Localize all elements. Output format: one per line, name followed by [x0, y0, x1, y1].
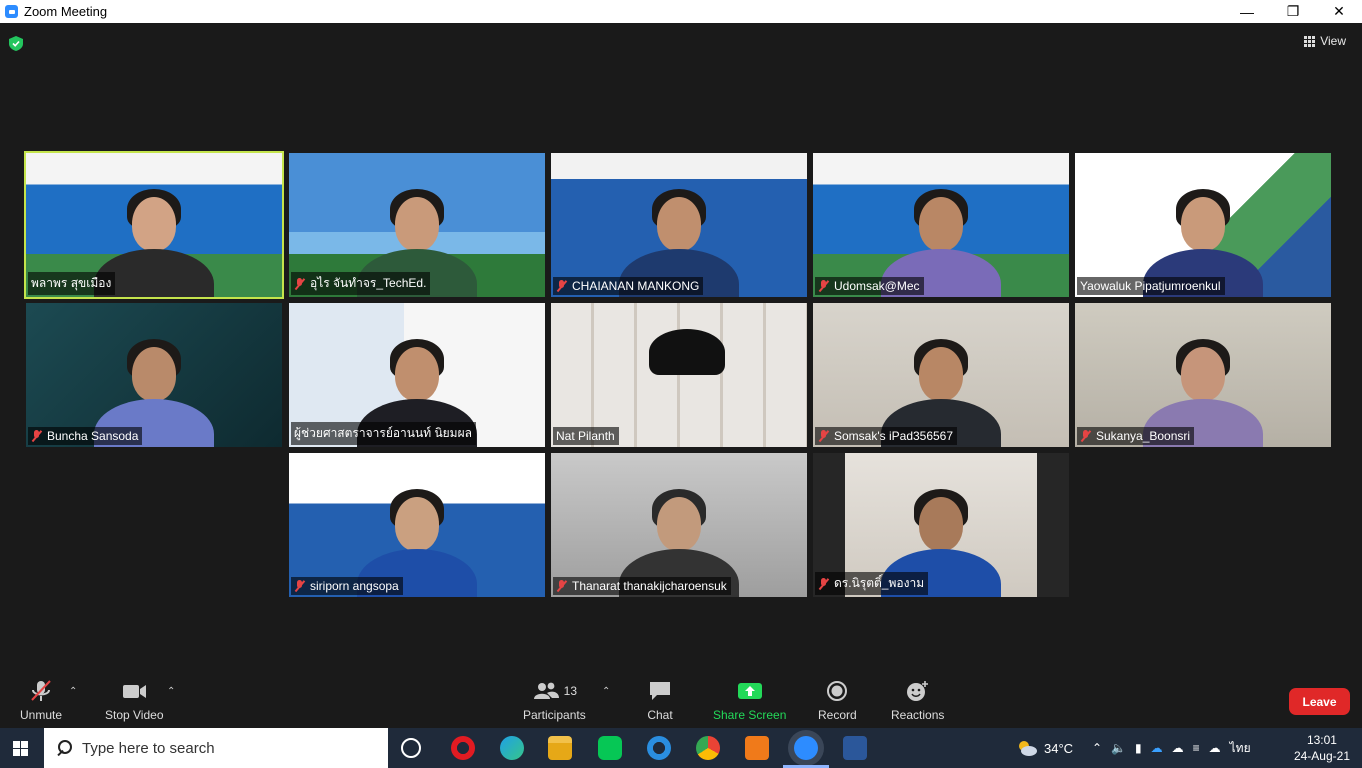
participant-name: Somsak's iPad356567	[815, 427, 958, 445]
participant-name: ดร.นิรุตติ์_พองาม	[815, 572, 929, 595]
close-button[interactable]: ✕	[1316, 0, 1362, 23]
minimize-button[interactable]: —	[1224, 0, 1270, 23]
internet-explorer-icon[interactable]	[647, 736, 671, 760]
task-view-icon[interactable]	[401, 738, 421, 758]
language-indicator[interactable]: ไทย	[1230, 739, 1251, 758]
reactions-button[interactable]: Reactions	[891, 680, 944, 722]
word-app-icon[interactable]	[843, 736, 867, 760]
smiley-add-icon	[906, 681, 928, 701]
video-options-caret[interactable]: ⌃	[167, 686, 175, 697]
maximize-button[interactable]: ❐	[1270, 0, 1316, 23]
participant-name: Sukanya_Boonsri	[1077, 427, 1195, 445]
participants-button[interactable]: 13 Participants	[523, 680, 586, 722]
weather-widget[interactable]: 34°C	[1016, 728, 1073, 768]
grid-view-icon	[1304, 35, 1316, 47]
zoom-window: Zoom Meeting — ❐ ✕ View พลาพร สุขเมือง อ…	[0, 0, 1362, 768]
video-tile-5[interactable]: Yaowaluk Pipatjumroenkul	[1075, 153, 1331, 297]
orange-app-icon[interactable]	[745, 736, 769, 760]
participant-name: Buncha Sansoda	[28, 427, 143, 445]
participant-name: ผู้ช่วยศาสตราจารย์อานนท์ นิยมผล	[291, 422, 476, 445]
muted-mic-icon	[1080, 430, 1092, 442]
zoom-taskbar-icon[interactable]	[794, 736, 818, 760]
video-tile-1[interactable]: พลาพร สุขเมือง	[24, 151, 284, 299]
muted-mic-icon	[818, 430, 830, 442]
search-placeholder: Type here to search	[82, 739, 215, 757]
windows-taskbar: Type here to search 34°C ⌃ 🔈 ▮ ☁ ☁ ≡ ☁ ไ…	[0, 728, 1362, 768]
wifi-icon[interactable]: ≡	[1193, 741, 1200, 755]
video-tile-3[interactable]: CHAIANAN MANKONG	[551, 153, 807, 297]
muted-mic-icon	[818, 280, 830, 292]
chat-bubble-icon	[650, 682, 670, 700]
video-tile-2[interactable]: อุไร จันทำจร_TechEd.	[289, 153, 545, 297]
chat-button[interactable]: Chat	[646, 680, 674, 722]
unmute-button[interactable]: Unmute	[20, 680, 62, 722]
video-tile-6[interactable]: Buncha Sansoda	[26, 303, 282, 447]
stop-video-button[interactable]: Stop Video	[105, 680, 164, 722]
participant-name: Yaowaluk Pipatjumroenkul	[1077, 277, 1225, 295]
system-tray: ⌃ 🔈 ▮ ☁ ☁ ≡ ☁ ไทย	[1092, 728, 1251, 768]
participant-name: Thanarat thanakijcharoensuk	[553, 577, 731, 595]
onedrive-icon[interactable]: ☁	[1151, 741, 1163, 755]
partly-cloudy-icon	[1019, 741, 1037, 756]
share-screen-icon	[737, 683, 762, 699]
video-tile-12[interactable]: Thanarat thanakijcharoensuk	[551, 453, 807, 597]
clock-time: 13:01	[1306, 733, 1337, 747]
windows-logo-icon	[12, 740, 28, 756]
line-app-icon[interactable]	[598, 736, 622, 760]
participant-name: siriporn angsopa	[291, 577, 403, 595]
participant-name: CHAIANAN MANKONG	[553, 277, 704, 295]
video-tile-4[interactable]: Udomsak@Mec	[813, 153, 1069, 297]
silhouette	[649, 329, 725, 375]
meeting-toolbar: Unmute ⌃ Stop Video ⌃ 13 Participants ⌃ …	[0, 672, 1362, 728]
participant-name: Udomsak@Mec	[815, 277, 924, 295]
video-tile-7[interactable]: ผู้ช่วยศาสตราจารย์อานนท์ นิยมผล	[289, 303, 545, 447]
encryption-shield-icon[interactable]	[9, 36, 23, 51]
video-tile-13[interactable]: ดร.นิรุตติ์_พองาม	[813, 453, 1069, 597]
title-bar: Zoom Meeting — ❐ ✕	[0, 0, 1362, 23]
start-button[interactable]	[0, 728, 40, 768]
video-tile-9[interactable]: Somsak's iPad356567	[813, 303, 1069, 447]
search-icon	[56, 740, 72, 756]
zoom-logo-icon	[5, 5, 18, 18]
muted-mic-icon	[818, 577, 830, 590]
show-hidden-icons-icon[interactable]: ⌃	[1092, 741, 1102, 755]
battery-icon[interactable]: ▮	[1135, 741, 1142, 755]
cloud-upload-icon[interactable]: ☁	[1209, 741, 1221, 755]
participant-name: อุไร จันทำจร_TechEd.	[291, 272, 431, 295]
muted-mic-icon	[31, 430, 43, 442]
participants-count: 13	[563, 684, 578, 698]
edge-browser-icon[interactable]	[500, 736, 524, 760]
muted-mic-icon	[294, 580, 306, 592]
meeting-area: View พลาพร สุขเมือง อุไร จันทำจร_TechEd.…	[0, 23, 1362, 672]
cloud-icon[interactable]: ☁	[1172, 741, 1184, 755]
view-label: View	[1320, 34, 1346, 48]
participants-options-caret[interactable]: ⌃	[602, 686, 610, 697]
video-tile-11[interactable]: siriporn angsopa	[289, 453, 545, 597]
muted-mic-icon	[556, 580, 568, 592]
opera-browser-icon[interactable]	[451, 736, 475, 760]
file-explorer-icon[interactable]	[548, 736, 572, 760]
video-tile-8[interactable]: Nat Pilanth	[551, 303, 807, 447]
taskbar-clock[interactable]: 13:01 24-Aug-21	[1294, 732, 1350, 764]
view-button[interactable]: View	[1304, 34, 1346, 48]
muted-mic-icon	[556, 280, 568, 292]
video-tile-10[interactable]: Sukanya_Boonsri	[1075, 303, 1331, 447]
video-camera-icon	[123, 685, 147, 698]
chrome-browser-icon[interactable]	[696, 736, 720, 760]
muted-mic-icon	[31, 680, 51, 701]
participants-icon	[533, 682, 559, 699]
taskbar-search-box[interactable]: Type here to search	[44, 728, 388, 768]
leave-button[interactable]: Leave	[1289, 688, 1350, 715]
volume-icon[interactable]: 🔈	[1111, 741, 1126, 755]
record-button[interactable]: Record	[818, 680, 857, 722]
record-icon	[827, 681, 848, 701]
participant-name: Nat Pilanth	[553, 427, 619, 445]
muted-mic-icon	[294, 277, 306, 290]
audio-options-caret[interactable]: ⌃	[69, 686, 77, 697]
window-title: Zoom Meeting	[24, 4, 108, 19]
share-screen-button[interactable]: Share Screen	[713, 680, 786, 722]
clock-date: 24-Aug-21	[1293, 749, 1350, 763]
participant-name: พลาพร สุขเมือง	[28, 272, 116, 295]
